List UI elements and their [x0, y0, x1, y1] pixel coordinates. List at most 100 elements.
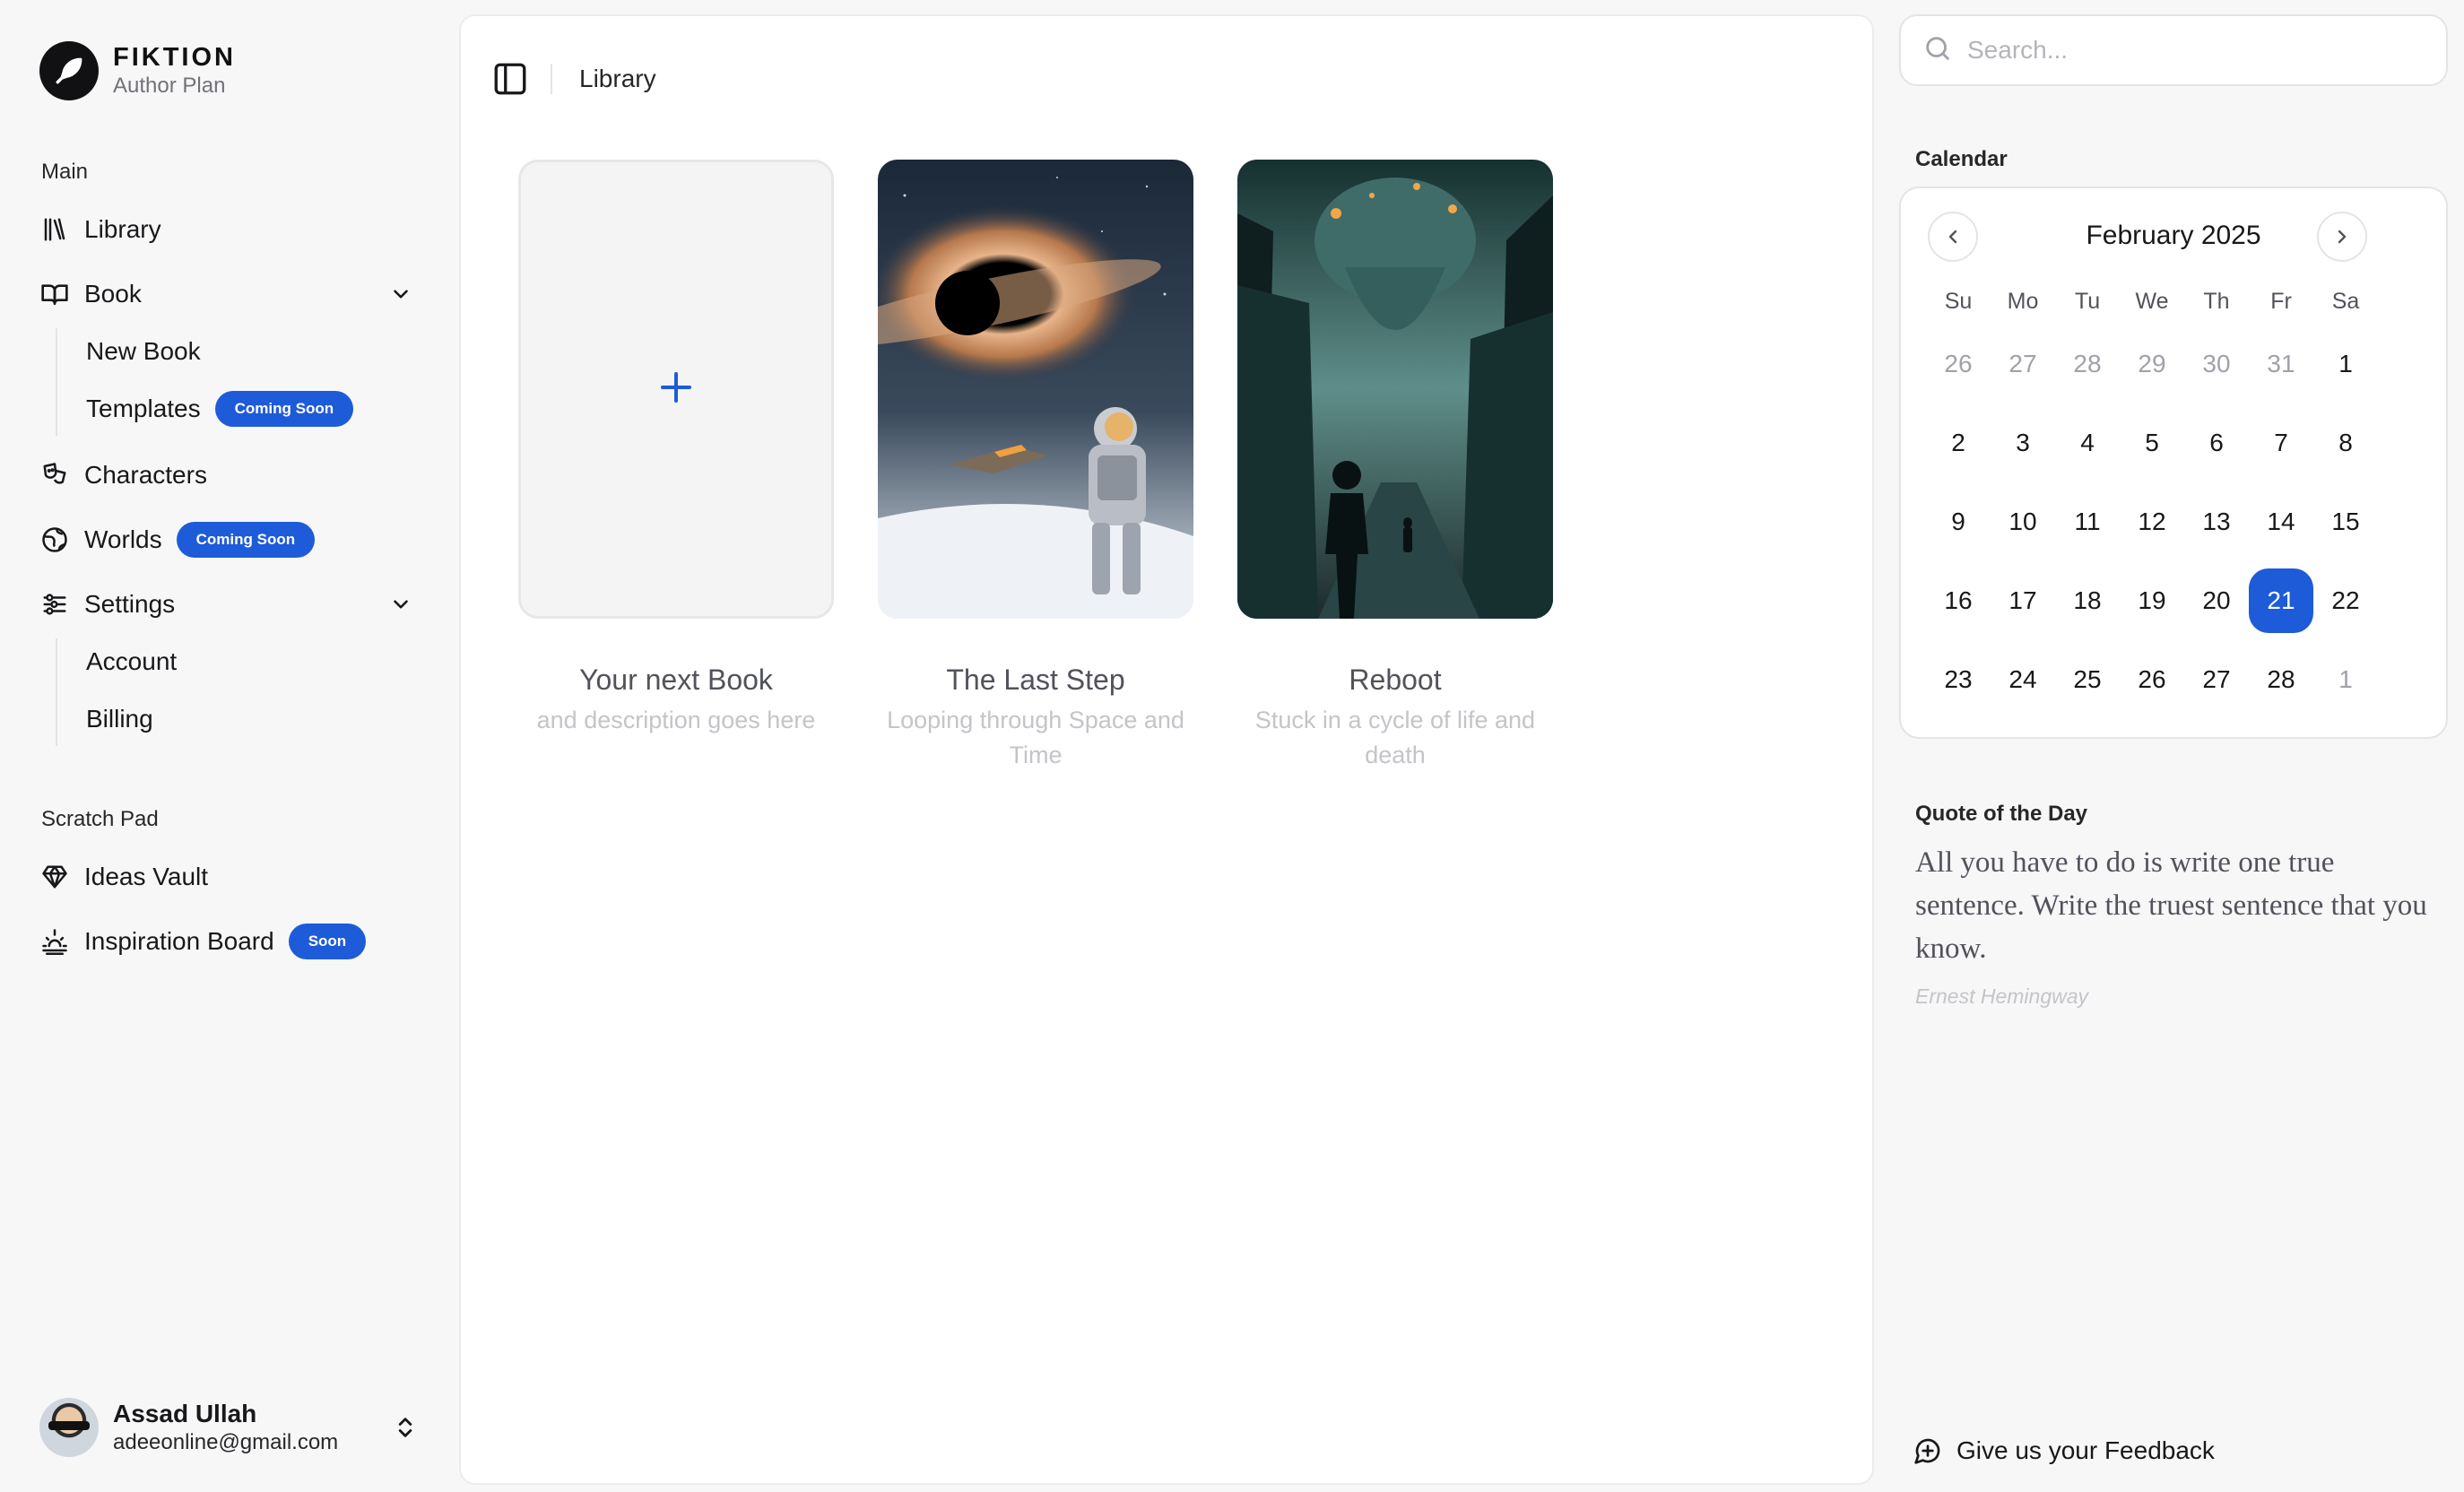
calendar-day[interactable]: 30: [2184, 325, 2249, 403]
nav-worlds[interactable]: Worlds Coming Soon: [39, 516, 316, 563]
calendar-day[interactable]: 12: [2120, 482, 2184, 561]
topbar-divider: [551, 64, 552, 94]
calendar-day[interactable]: 1: [2313, 325, 2378, 403]
book-card: Reboot Stuck in a cycle of life and deat…: [1237, 160, 1553, 773]
quote-author: Ernest Hemingway: [1915, 985, 2089, 1008]
book-card-new: Your next Book and description goes here: [518, 160, 834, 738]
weekday-label: Fr: [2270, 288, 2292, 314]
sliders-icon: [39, 589, 70, 620]
calendar-day[interactable]: 6: [2184, 403, 2249, 482]
calendar-day[interactable]: 11: [2055, 482, 2120, 561]
user-name: Assad Ullah: [113, 1400, 257, 1427]
soon-badge: Soon: [288, 924, 367, 959]
chevrons-up-down-icon[interactable]: [389, 1411, 421, 1444]
calendar-day[interactable]: 8: [2313, 403, 2378, 482]
calendar-day[interactable]: 28: [2055, 325, 2120, 403]
nav-inspiration-board-label: Inspiration Board: [84, 927, 274, 955]
nav-inspiration-board[interactable]: Inspiration Board Soon: [39, 918, 367, 965]
calendar-day[interactable]: 10: [1991, 482, 2055, 561]
calendar-day[interactable]: 31: [2249, 325, 2313, 403]
calendar-day[interactable]: 18: [2055, 561, 2120, 640]
user-email: adeeonline@gmail.com: [113, 1430, 339, 1454]
book-chevron-down-icon[interactable]: [386, 279, 416, 309]
calendar-day[interactable]: 27: [1991, 325, 2055, 403]
calendar-day-selected[interactable]: 21: [2249, 561, 2313, 640]
calendar-day[interactable]: 17: [1991, 561, 2055, 640]
feather-logo-icon: [39, 41, 99, 100]
nav-settings[interactable]: Settings: [39, 581, 175, 628]
calendar-day[interactable]: 19: [2120, 561, 2184, 640]
nav-account[interactable]: Account: [86, 640, 177, 683]
calendar-day[interactable]: 14: [2249, 482, 2313, 561]
brand-name: FIKTION: [113, 43, 236, 72]
calendar-day[interactable]: 3: [1991, 403, 2055, 482]
book-cover-image[interactable]: [878, 160, 1193, 619]
brand[interactable]: FIKTION Author Plan: [39, 41, 236, 100]
user-menu[interactable]: Assad Ullah adeeonline@gmail.com: [39, 1395, 421, 1460]
topbar: Library: [488, 56, 656, 102]
nav-settings-label: Settings: [84, 590, 176, 618]
calendar-day[interactable]: 20: [2184, 561, 2249, 640]
globe-icon: [39, 525, 70, 555]
chevron-right-icon[interactable]: [2317, 212, 2367, 262]
calendar-day[interactable]: 5: [2120, 403, 2184, 482]
search-box[interactable]: [1899, 14, 2448, 86]
quote-text: All you have to do is write one true sen…: [1915, 846, 2427, 965]
sunrise-icon: [39, 926, 70, 957]
nav-book[interactable]: Book: [39, 271, 142, 317]
book-subnav-line: [56, 328, 57, 436]
gem-icon: [39, 862, 70, 892]
library-icon: [39, 214, 70, 245]
calendar-day[interactable]: 2: [1926, 403, 1991, 482]
weekday-label: Tu: [2074, 288, 2101, 314]
nav-characters-label: Characters: [84, 461, 207, 489]
nav-worlds-label: Worlds: [84, 525, 162, 553]
nav-new-book[interactable]: New Book: [86, 330, 201, 373]
nav-templates-label: Templates: [86, 395, 201, 422]
nav-ideas-vault-label: Ideas Vault: [84, 863, 209, 890]
calendar-day[interactable]: 25: [2055, 640, 2120, 719]
calendar-day[interactable]: 26: [1926, 325, 1991, 403]
calendar-day[interactable]: 24: [1991, 640, 2055, 719]
feedback-label: Give us your Feedback: [1956, 1436, 2215, 1464]
calendar-day[interactable]: 4: [2055, 403, 2120, 482]
nav-templates[interactable]: Templates Coming Soon: [86, 387, 354, 430]
calendar-day[interactable]: 16: [1926, 561, 1991, 640]
book-cover-image[interactable]: [1237, 160, 1553, 619]
nav-book-label: Book: [84, 280, 142, 308]
calendar-grid: Su Mo Tu We Th Fr Sa 26 27 28 29 30 31 1: [1926, 278, 2378, 719]
settings-chevron-down-icon[interactable]: [386, 589, 416, 620]
book-title: Your next Book: [579, 664, 773, 696]
feedback-link[interactable]: Give us your Feedback: [1913, 1436, 2215, 1465]
scratch-pad-section-label: Scratch Pad: [41, 807, 159, 831]
nav-new-book-label: New Book: [86, 337, 201, 365]
calendar-day[interactable]: 27: [2184, 640, 2249, 719]
calendar-day[interactable]: 23: [1926, 640, 1991, 719]
nav-library[interactable]: Library: [39, 206, 161, 253]
calendar-day[interactable]: 1: [2313, 640, 2378, 719]
search-input[interactable]: [1967, 36, 2398, 65]
main-section-label: Main: [41, 160, 89, 184]
calendar-day[interactable]: 26: [2120, 640, 2184, 719]
calendar-week: 23 24 25 26 27 28 1: [1926, 640, 2378, 719]
calendar-day[interactable]: 29: [2120, 325, 2184, 403]
new-book-button[interactable]: [518, 160, 834, 619]
sidebar-toggle-icon[interactable]: [488, 56, 533, 101]
nav-billing[interactable]: Billing: [86, 698, 153, 741]
nav-billing-label: Billing: [86, 705, 153, 733]
calendar-day[interactable]: 15: [2313, 482, 2378, 561]
calendar-day[interactable]: 28: [2249, 640, 2313, 719]
brand-plan: Author Plan: [113, 74, 226, 98]
calendar-day[interactable]: 13: [2184, 482, 2249, 561]
book-title: The Last Step: [946, 664, 1125, 696]
calendar-day[interactable]: 22: [2313, 561, 2378, 640]
nav-characters[interactable]: Characters: [39, 452, 207, 499]
weekday-label: Mo: [2007, 288, 2039, 314]
calendar-day[interactable]: 7: [2249, 403, 2313, 482]
book-description: and description goes here: [536, 707, 816, 733]
calendar-day[interactable]: 9: [1926, 482, 1991, 561]
calendar-label: Calendar: [1915, 147, 2008, 171]
calendar-week: 26 27 28 29 30 31 1: [1926, 325, 2378, 403]
breadcrumb: Library: [579, 65, 656, 92]
nav-ideas-vault[interactable]: Ideas Vault: [39, 854, 208, 900]
